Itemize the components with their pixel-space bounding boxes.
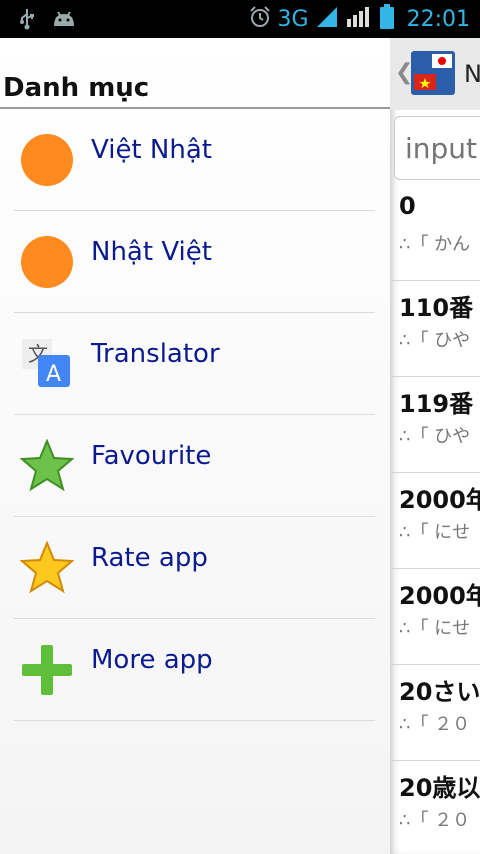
content-panel: ❮ N 0 ∴「 かん 110番 ∴「 ひや 119番 ∴「 ひや 2000年 … xyxy=(390,38,480,854)
battery-icon xyxy=(379,4,395,34)
result-reading: ∴「 にせ xyxy=(399,618,471,639)
menu-item-viet-nhat[interactable]: Việt Nhật xyxy=(14,109,375,211)
drawer-title: Danh mục xyxy=(3,73,150,103)
menu-item-more-app[interactable]: More app xyxy=(14,619,375,721)
action-bar: ❮ N xyxy=(390,38,480,110)
orange-circle-icon xyxy=(20,133,74,187)
menu-item-nhat-viet[interactable]: Nhật Việt xyxy=(14,211,375,313)
svg-text:A: A xyxy=(46,362,61,387)
menu-item-label: Favourite xyxy=(91,441,212,471)
result-term: 2000年 xyxy=(399,486,480,514)
menu-item-label: More app xyxy=(91,645,213,675)
result-reading: ∴「 ひや xyxy=(399,426,471,447)
navigation-drawer: Danh mục Việt Nhật Nhật Việt 文 A Transla… xyxy=(0,38,390,854)
menu-item-favourite[interactable]: Favourite xyxy=(14,415,375,517)
signal-2-icon xyxy=(345,5,373,33)
result-term: 20歳以 xyxy=(399,774,480,802)
menu-item-rate-app[interactable]: Rate app xyxy=(14,517,375,619)
android-debug-icon xyxy=(52,10,76,32)
menu-item-label: Nhật Việt xyxy=(91,237,212,267)
result-reading: ∴「 にせ xyxy=(399,522,471,543)
signal-icon xyxy=(315,5,339,33)
orange-circle-icon xyxy=(20,235,74,289)
menu-item-label: Translator xyxy=(91,339,220,369)
clock: 22:01 xyxy=(406,6,470,32)
result-term: 20さい xyxy=(399,678,480,706)
gold-star-icon xyxy=(19,540,75,595)
status-bar: 3G 22:01 xyxy=(0,0,480,38)
list-item[interactable]: 0 ∴「 かん xyxy=(390,184,480,281)
list-item[interactable]: 119番 ∴「 ひや xyxy=(390,376,480,473)
result-term: 2000年 xyxy=(399,582,480,610)
result-term: 0 xyxy=(399,192,416,220)
menu-item-label: Rate app xyxy=(91,543,208,573)
translate-icon: 文 A xyxy=(20,337,74,391)
green-plus-icon xyxy=(20,643,74,697)
result-term: 110番 xyxy=(399,294,474,322)
green-star-icon xyxy=(19,438,75,493)
result-reading: ∴「 かん xyxy=(399,234,471,255)
search-input[interactable] xyxy=(394,116,480,180)
alarm-icon xyxy=(248,5,272,33)
menu-item-label: Việt Nhật xyxy=(91,135,212,165)
network-type: 3G xyxy=(277,6,309,32)
list-item[interactable]: 2000年 ∴「 にせ xyxy=(390,472,480,569)
list-item[interactable]: 2000年 ∴「 にせ xyxy=(390,568,480,665)
result-reading: ∴「 ２０ xyxy=(399,714,471,735)
list-item[interactable]: 110番 ∴「 ひや xyxy=(390,280,480,377)
result-reading: ∴「 ひや xyxy=(399,330,471,351)
result-term: 119番 xyxy=(399,390,474,418)
list-item[interactable]: 20歳以 ∴「 ２０ xyxy=(390,760,480,854)
header-title: N xyxy=(464,60,480,88)
result-reading: ∴「 ２０ xyxy=(399,810,471,831)
menu-item-translator[interactable]: 文 A Translator xyxy=(14,313,375,415)
app-logo-icon xyxy=(410,50,456,96)
list-item[interactable]: 20さい ∴「 ２０ xyxy=(390,664,480,761)
usb-icon xyxy=(18,8,36,34)
